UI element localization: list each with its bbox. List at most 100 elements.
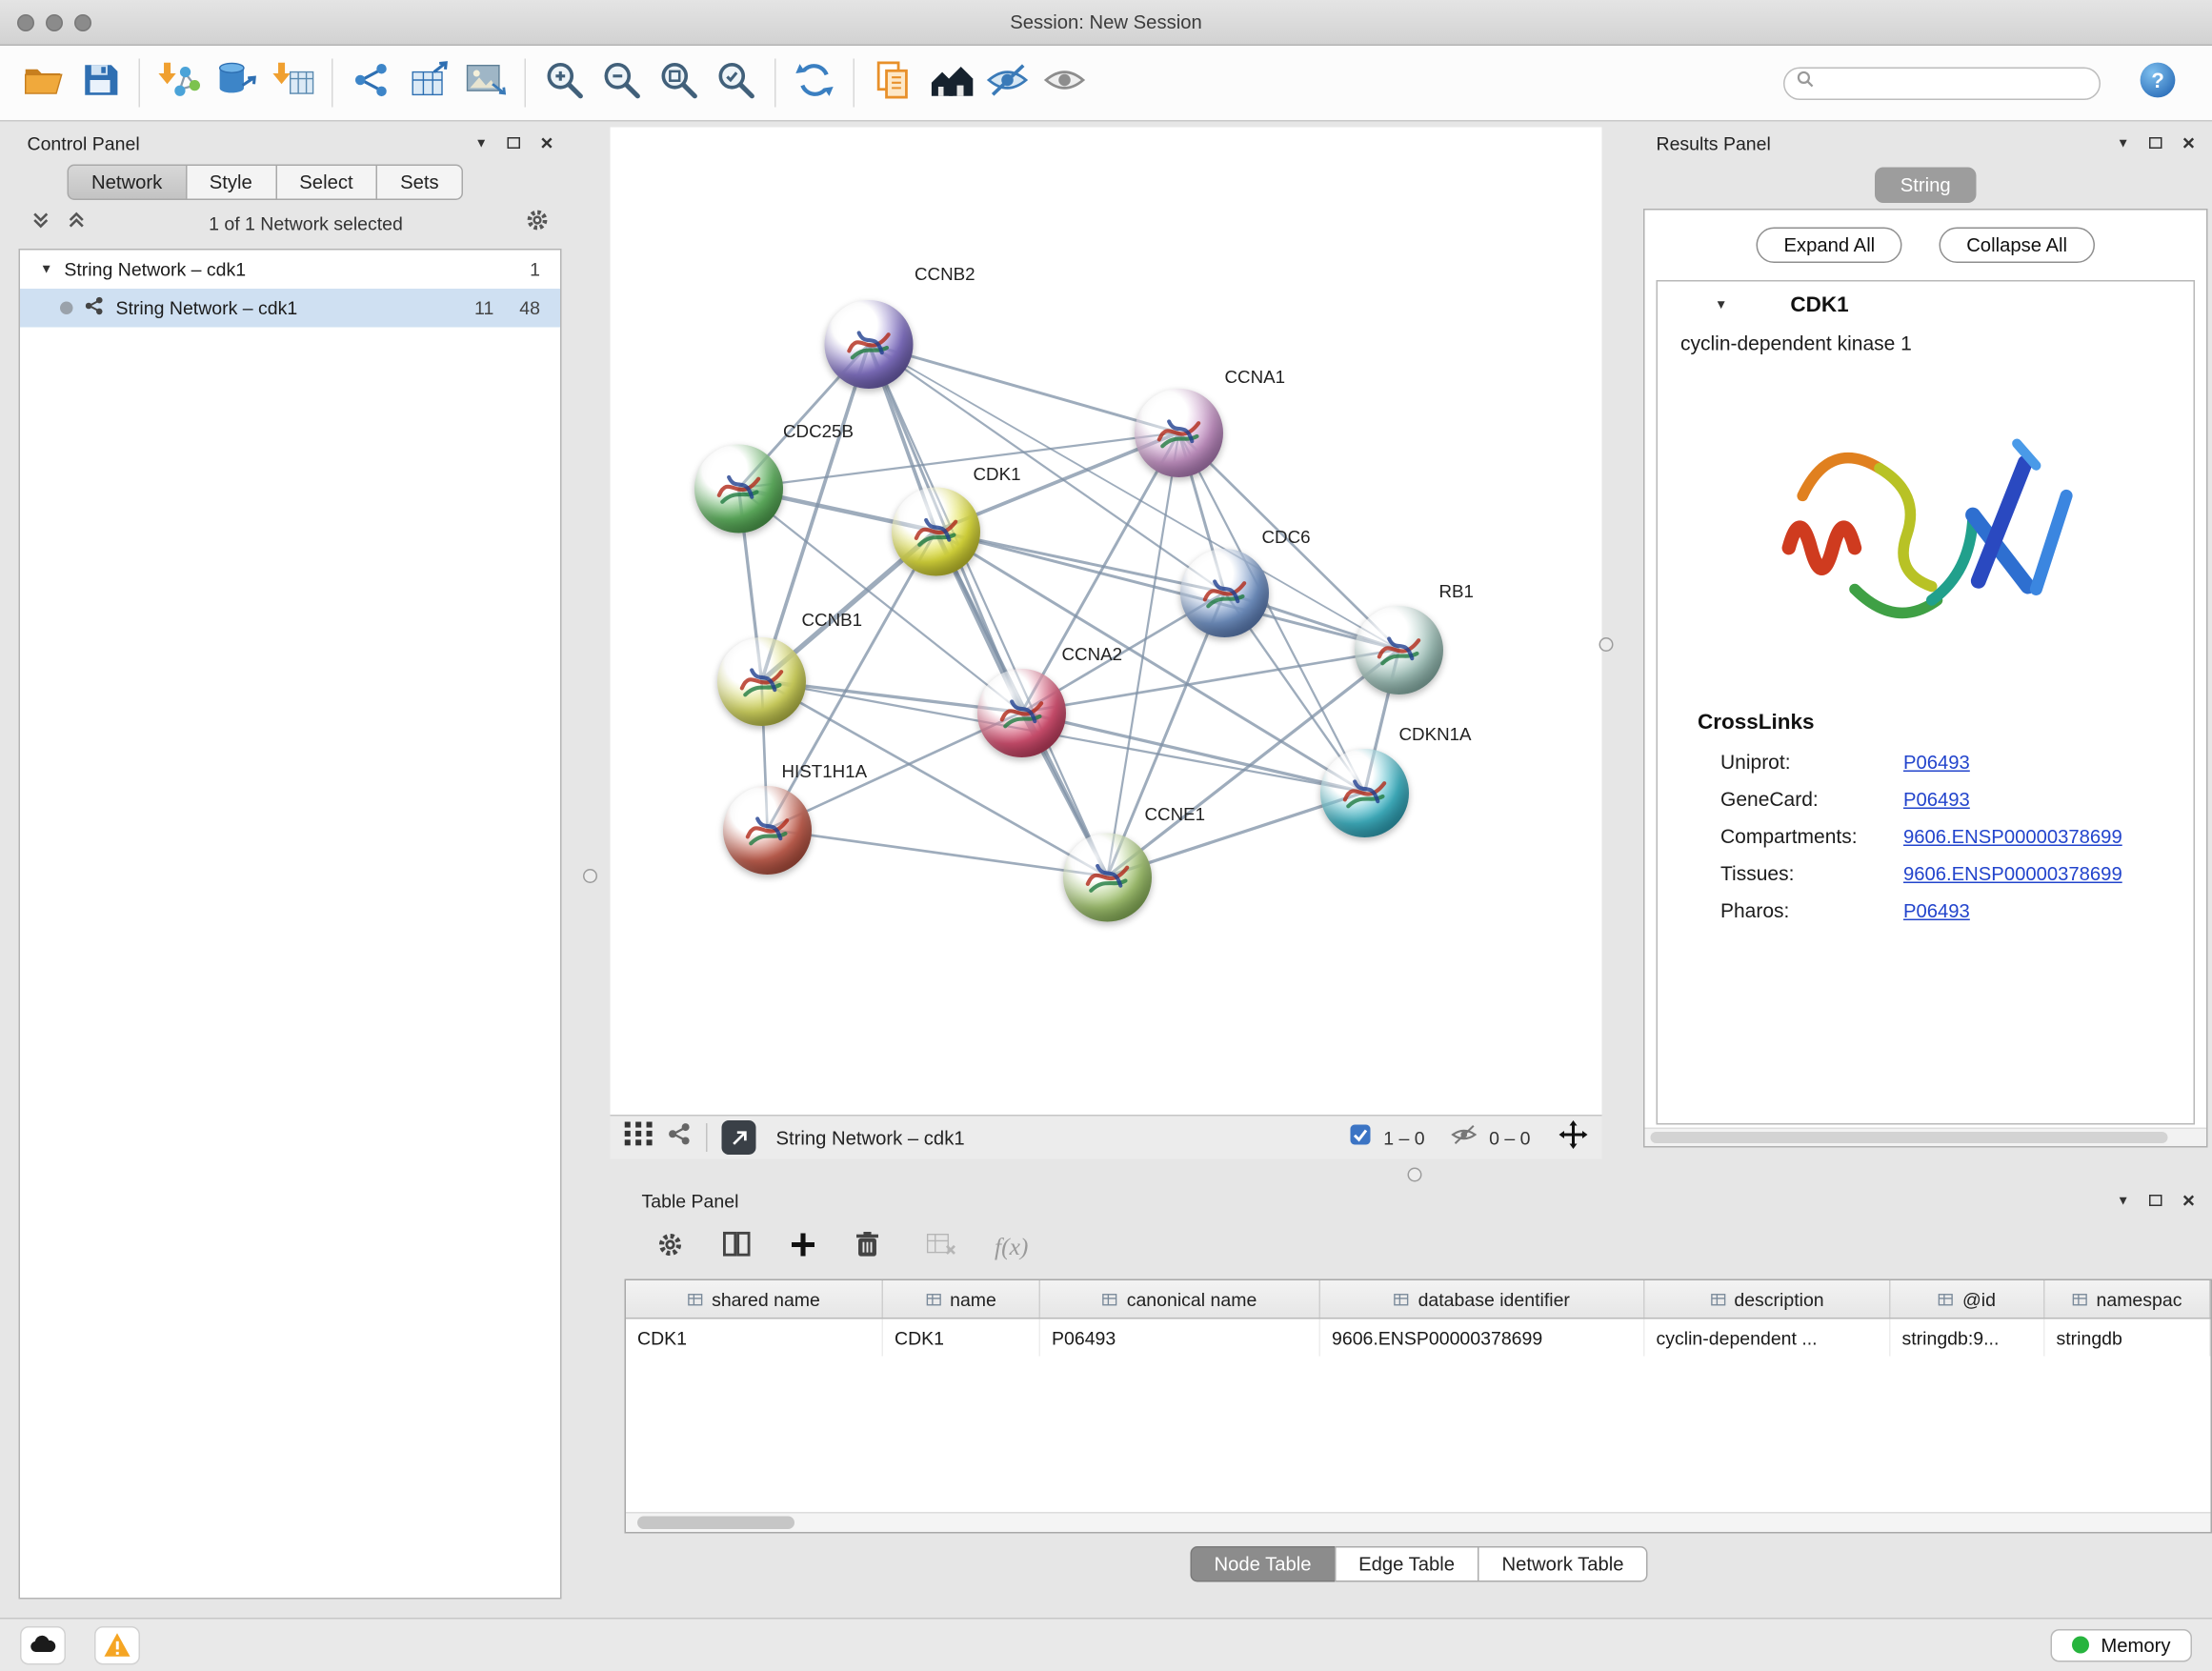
- float-panel-icon[interactable]: [2149, 1195, 2162, 1206]
- expand-all-icon[interactable]: [66, 210, 88, 237]
- warning-button[interactable]: [94, 1626, 140, 1665]
- collapse-all-button[interactable]: Collapse All: [1940, 228, 2095, 264]
- collapse-all-icon[interactable]: [30, 210, 52, 237]
- close-panel-icon[interactable]: ×: [540, 132, 553, 154]
- close-panel-icon[interactable]: ×: [2182, 132, 2195, 154]
- network-node-CCNB2[interactable]: [825, 300, 914, 389]
- network-edge[interactable]: [869, 344, 1108, 876]
- table-settings-gear-icon[interactable]: [656, 1230, 685, 1266]
- network-edge[interactable]: [768, 829, 1108, 876]
- import-network-file-button[interactable]: [151, 54, 208, 111]
- network-node-CCNA1[interactable]: [1135, 389, 1223, 477]
- protein-description: cyclin-dependent kinase 1: [1658, 329, 2194, 363]
- zoom-selected-button[interactable]: [708, 54, 765, 111]
- birdseye-share-icon[interactable]: [668, 1122, 693, 1154]
- network-node-CDC25B[interactable]: [694, 445, 783, 534]
- hidden-eye-icon[interactable]: [1451, 1122, 1478, 1153]
- duplicate-button[interactable]: [865, 54, 922, 111]
- tab-string[interactable]: String: [1875, 168, 1977, 204]
- network-node-CCNE1[interactable]: [1063, 834, 1152, 922]
- results-horizontal-scrollbar[interactable]: [1645, 1128, 2207, 1147]
- main-area: Control Panel ▼ × NetworkStyleSelectSets…: [0, 122, 2212, 1619]
- open-session-button[interactable]: [14, 54, 71, 111]
- column-header-namespac[interactable]: namespac: [2045, 1280, 2211, 1318]
- tab-network-table[interactable]: Network Table: [1478, 1546, 1648, 1582]
- refresh-button[interactable]: [786, 54, 843, 111]
- zoom-out-button[interactable]: [593, 54, 651, 111]
- table-row[interactable]: CDK1CDK1P064939606.ENSP00000378699cyclin…: [626, 1319, 2211, 1357]
- network-row[interactable]: String Network – cdk1 11 48: [20, 289, 560, 328]
- gear-icon[interactable]: [525, 207, 551, 240]
- scrollbar-thumb[interactable]: [637, 1517, 794, 1530]
- column-header-database-identifier[interactable]: database identifier: [1320, 1280, 1645, 1318]
- cloud-button[interactable]: [20, 1626, 66, 1665]
- import-table-file-button[interactable]: [265, 54, 322, 111]
- tab-node-table[interactable]: Node Table: [1190, 1546, 1336, 1582]
- crosslink-value-link[interactable]: P06493: [1903, 751, 1970, 773]
- tab-style[interactable]: Style: [185, 165, 276, 201]
- collapse-panel-icon[interactable]: ▼: [2117, 1194, 2129, 1207]
- float-panel-icon[interactable]: [508, 137, 521, 149]
- network-canvas[interactable]: CCNB2CCNA1CDC25BCDK1CDC6RB1CCNB1CCNA2CDK…: [611, 128, 1602, 1116]
- splitter-handle-right[interactable]: [1599, 637, 1614, 652]
- show-columns-icon[interactable]: [722, 1231, 753, 1265]
- protein-section-header[interactable]: ▼ CDK1: [1658, 282, 2194, 330]
- splitter-handle-bottom[interactable]: [1408, 1168, 1422, 1182]
- column-header--id[interactable]: @id: [1891, 1280, 2045, 1318]
- collapse-panel-icon[interactable]: ▼: [474, 136, 487, 150]
- help-button[interactable]: ?: [2138, 59, 2178, 107]
- function-builder-button[interactable]: f(x): [995, 1234, 1028, 1262]
- column-header-description[interactable]: description: [1645, 1280, 1891, 1318]
- collapse-panel-icon[interactable]: ▼: [2117, 136, 2129, 150]
- export-network-button[interactable]: [722, 1120, 756, 1155]
- crosslink-value-link[interactable]: 9606.ENSP00000378699: [1903, 862, 2122, 884]
- column-header-canonical-name[interactable]: canonical name: [1040, 1280, 1320, 1318]
- expand-all-button[interactable]: Expand All: [1757, 228, 1902, 264]
- close-panel-icon[interactable]: ×: [2182, 1190, 2195, 1212]
- zoom-in-button[interactable]: [536, 54, 593, 111]
- column-header-name[interactable]: name: [883, 1280, 1040, 1318]
- tab-network[interactable]: Network: [68, 165, 187, 201]
- hide-button[interactable]: [979, 54, 1036, 111]
- network-edge[interactable]: [1022, 713, 1365, 793]
- export-image-button[interactable]: [457, 54, 514, 111]
- home-button[interactable]: [922, 54, 979, 111]
- save-session-button[interactable]: [71, 54, 129, 111]
- network-edge[interactable]: [936, 531, 1399, 649]
- network-node-CDC6[interactable]: [1180, 549, 1269, 637]
- network-edge[interactable]: [1108, 593, 1225, 876]
- network-node-CCNB1[interactable]: [717, 637, 806, 726]
- import-network-database-button[interactable]: [208, 54, 265, 111]
- crosslink-value-link[interactable]: P06493: [1903, 899, 1970, 921]
- network-node-HIST1H1A[interactable]: [723, 786, 812, 875]
- network-button[interactable]: [343, 54, 400, 111]
- table-horizontal-scrollbar[interactable]: [626, 1512, 2211, 1532]
- column-header-shared-name[interactable]: shared name: [626, 1280, 883, 1318]
- network-from-table-button[interactable]: [400, 54, 457, 111]
- scrollbar-thumb[interactable]: [1651, 1132, 2167, 1143]
- memory-button[interactable]: Memory: [2051, 1629, 2192, 1662]
- network-collection-row[interactable]: ▼ String Network – cdk1 1: [20, 251, 560, 290]
- tab-sets[interactable]: Sets: [376, 165, 464, 201]
- crosslink-value-link[interactable]: P06493: [1903, 788, 1970, 810]
- network-node-CCNA2[interactable]: [977, 669, 1066, 757]
- splitter-handle-left[interactable]: [583, 869, 597, 883]
- tab-select[interactable]: Select: [275, 165, 377, 201]
- network-edge[interactable]: [869, 344, 1179, 433]
- float-panel-icon[interactable]: [2149, 137, 2162, 149]
- search-input[interactable]: [1823, 71, 2088, 94]
- tab-edge-table[interactable]: Edge Table: [1335, 1546, 1479, 1582]
- selected-checkbox-icon[interactable]: [1349, 1122, 1372, 1153]
- crosslink-value-link[interactable]: 9606.ENSP00000378699: [1903, 825, 2122, 847]
- network-node-CDKN1A[interactable]: [1320, 749, 1409, 837]
- section-expander-icon[interactable]: ▼: [1715, 299, 1727, 312]
- delete-trash-icon[interactable]: [855, 1230, 880, 1266]
- show-button[interactable]: [1036, 54, 1094, 111]
- add-row-plus-icon[interactable]: [789, 1230, 817, 1266]
- network-node-RB1[interactable]: [1355, 606, 1443, 695]
- network-node-CDK1[interactable]: [892, 488, 980, 576]
- zoom-fit-button[interactable]: [651, 54, 708, 111]
- grid-icon[interactable]: [625, 1122, 654, 1154]
- expander-icon[interactable]: ▼: [40, 263, 52, 276]
- move-crosshair-icon[interactable]: [1559, 1119, 1588, 1156]
